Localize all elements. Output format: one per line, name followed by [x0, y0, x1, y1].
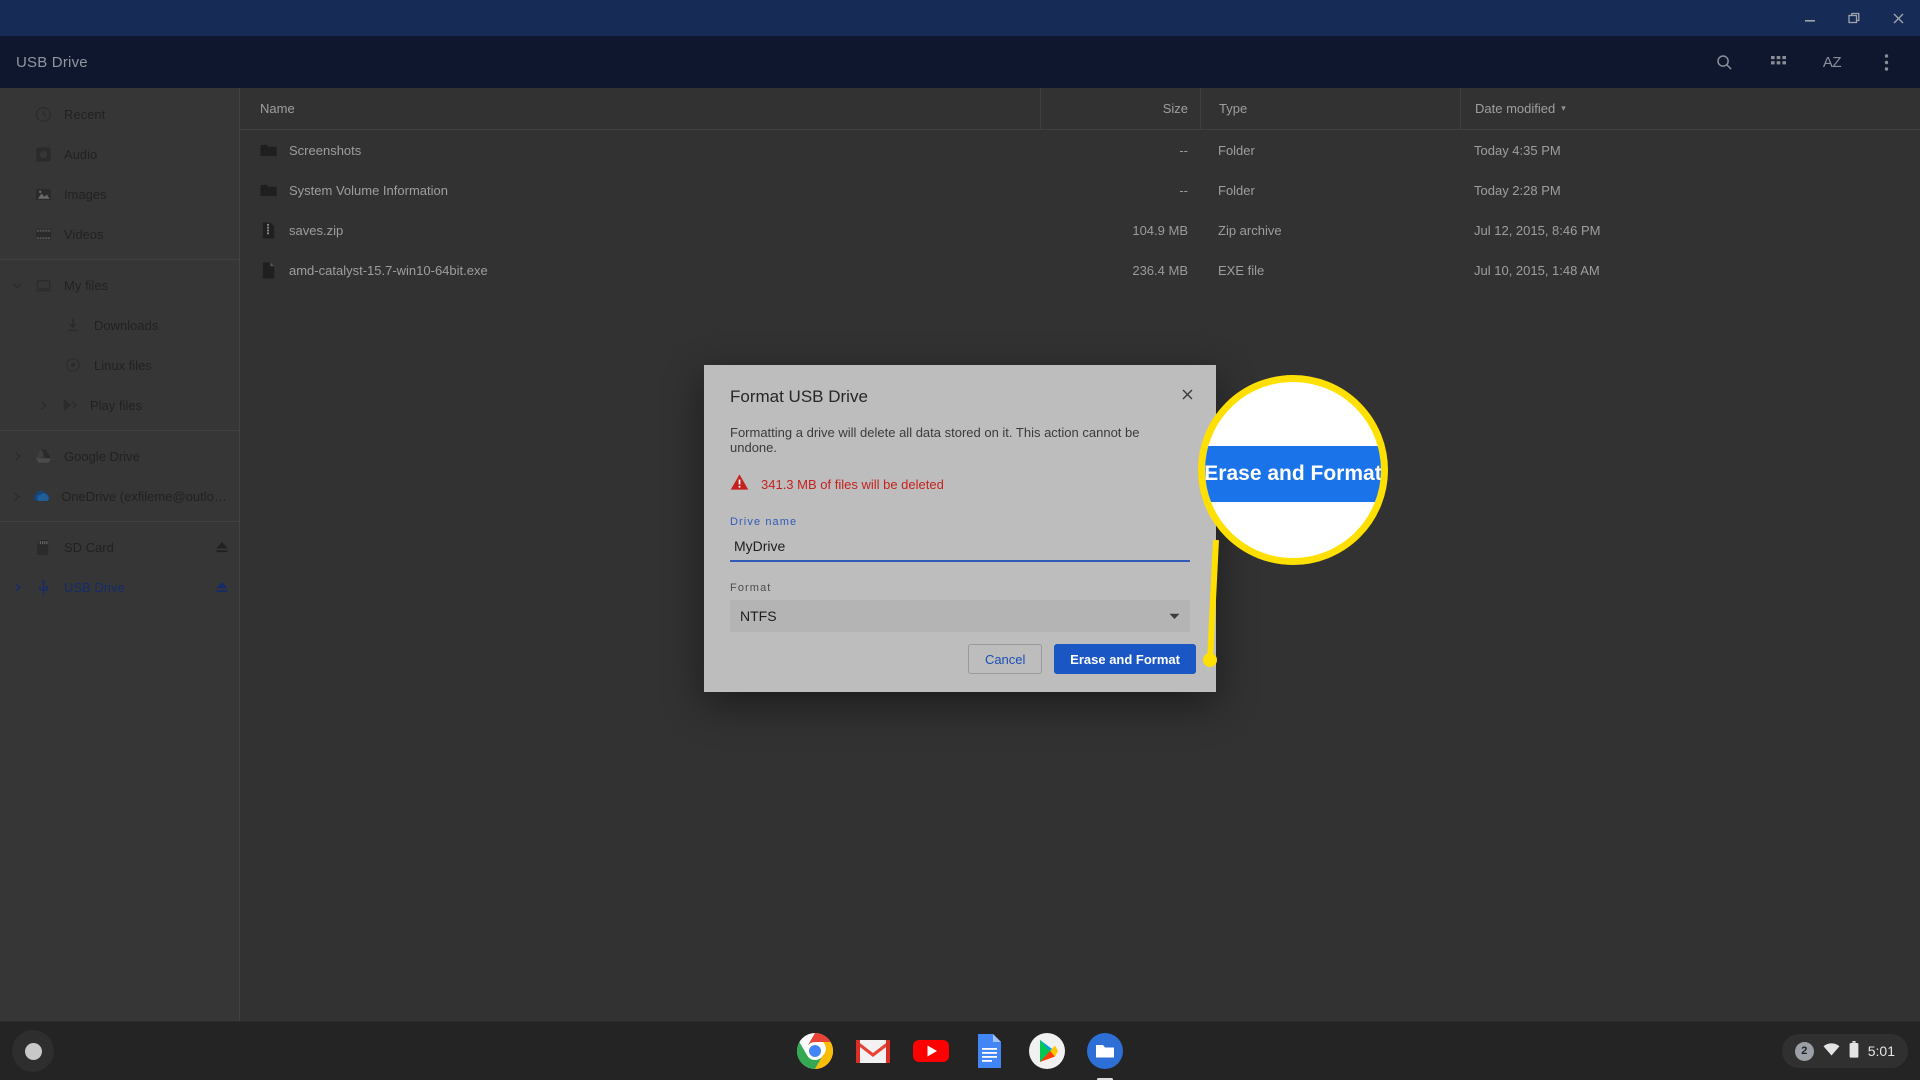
chromeos-desktop: USB Drive AZ Recent Audio Images Videos … [0, 0, 1920, 1080]
callout-magnifier: Erase and Format [1198, 375, 1388, 565]
battery-icon [1849, 1041, 1859, 1061]
dialog-header: Format USB Drive Formatting a drive will… [704, 365, 1216, 632]
warning-row: 341.3 MB of files will be deleted [730, 473, 1190, 496]
notification-count-badge[interactable]: 2 [1794, 1041, 1814, 1061]
youtube-icon[interactable] [912, 1032, 950, 1070]
warning-text: 341.3 MB of files will be deleted [761, 477, 944, 492]
warning-triangle-icon [730, 473, 749, 496]
callout-circle: Erase and Format [1198, 375, 1388, 565]
callout-button-band: Erase and Format [1204, 445, 1382, 502]
format-label: Format [730, 582, 772, 594]
dialog-actions: Cancel Erase and Format [704, 644, 1216, 692]
gmail-icon[interactable] [854, 1032, 892, 1070]
chevron-down-icon [1169, 607, 1180, 625]
erase-and-format-button[interactable]: Erase and Format [1054, 644, 1196, 674]
launcher-circle-icon [24, 1042, 42, 1060]
drive-name-input[interactable] [730, 534, 1190, 562]
format-select[interactable]: NTFS [730, 600, 1190, 632]
dialog-title: Format USB Drive [730, 387, 868, 406]
callout-anchor-dot [1203, 653, 1217, 667]
clock-time: 5:01 [1867, 1043, 1895, 1059]
dialog-description: Formatting a drive will delete all data … [730, 425, 1140, 455]
format-usb-dialog: Format USB Drive Formatting a drive will… [704, 365, 1216, 692]
chrome-icon[interactable] [796, 1032, 834, 1070]
format-select-value: NTFS [740, 608, 777, 624]
wifi-icon [1823, 1043, 1840, 1059]
shelf: 2 5:01 [0, 1022, 1920, 1080]
docs-icon[interactable] [970, 1032, 1008, 1070]
shelf-app-list [796, 1032, 1124, 1080]
cancel-button[interactable]: Cancel [968, 644, 1043, 674]
files-icon[interactable] [1086, 1032, 1124, 1080]
launcher-button[interactable] [12, 1030, 54, 1072]
drive-name-label: Drive name [730, 516, 798, 528]
system-tray[interactable]: 2 5:01 [1781, 1034, 1908, 1068]
play-store-icon[interactable] [1028, 1032, 1066, 1070]
callout-button-label: Erase and Format [1204, 461, 1382, 485]
